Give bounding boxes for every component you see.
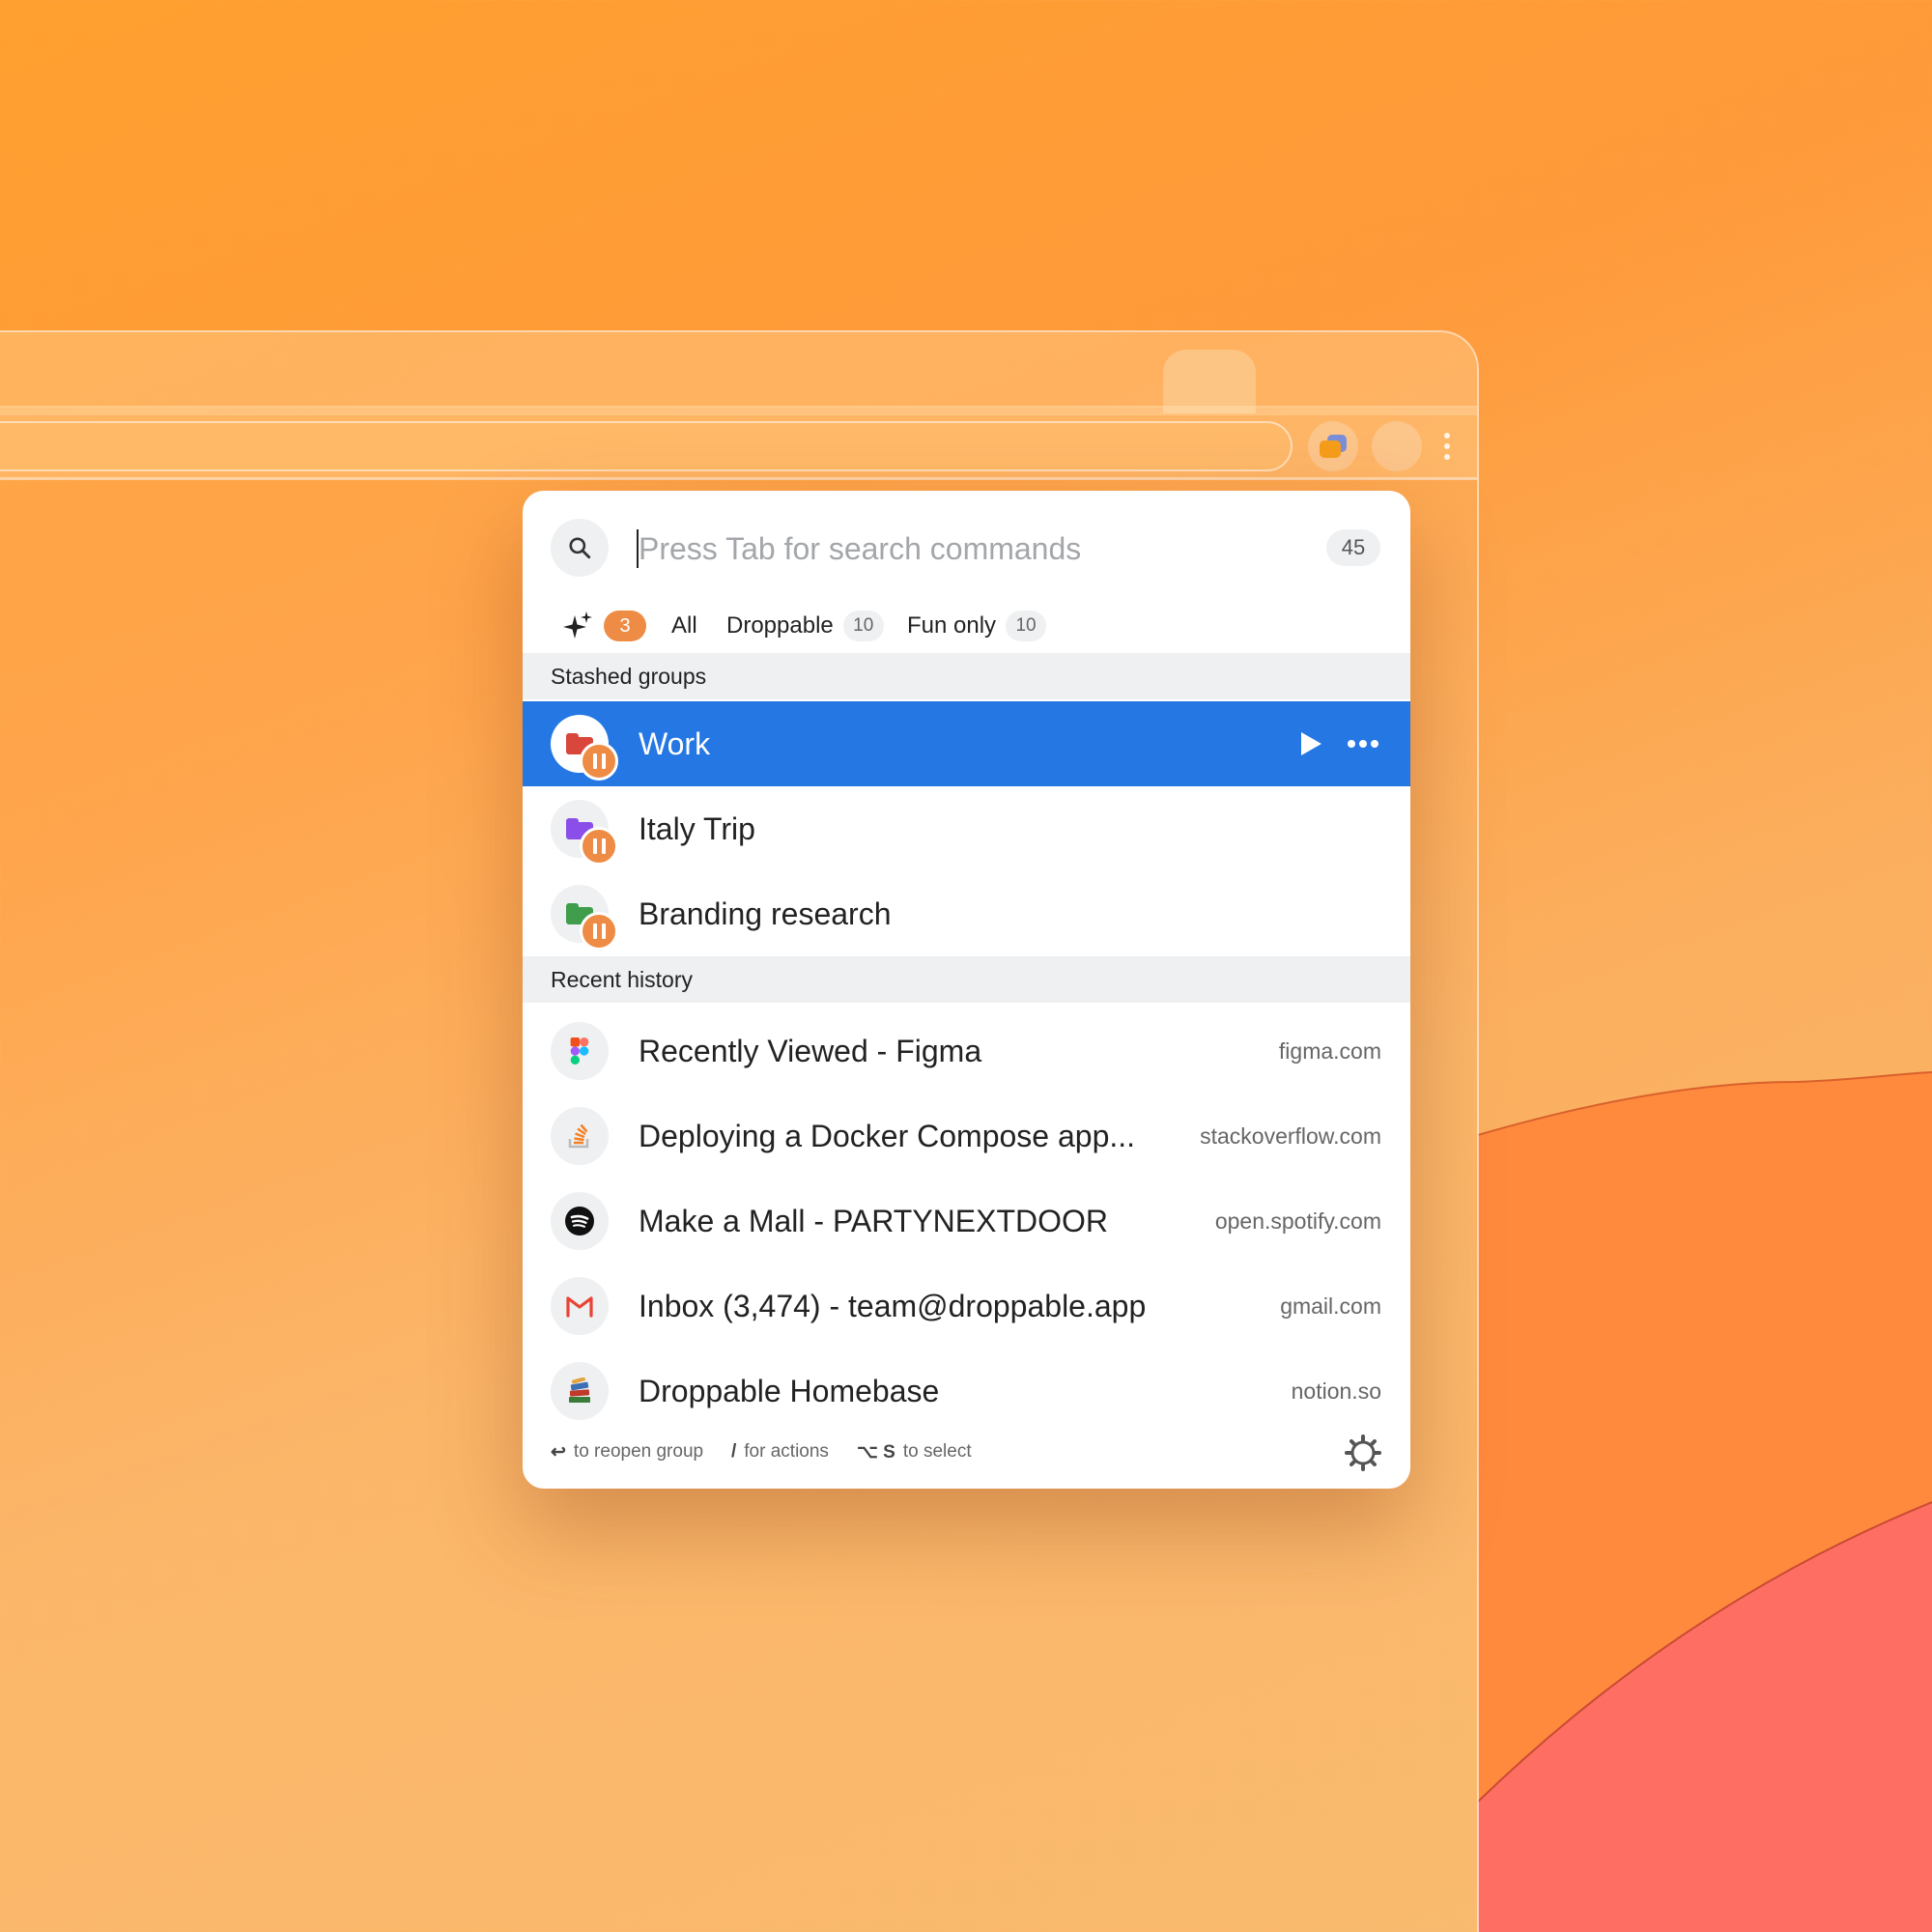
search-icon	[551, 519, 609, 577]
result-count-badge: 45	[1326, 529, 1380, 566]
hint-reopen-text: to reopen group	[573, 1441, 704, 1462]
history-row[interactable]: Droppable Homebase notion.so	[523, 1349, 1410, 1434]
section-recent-history: Recent history	[523, 956, 1410, 1003]
search-input[interactable]	[639, 520, 1295, 578]
hint-actions: / for actions	[731, 1428, 829, 1476]
gmail-icon	[551, 1277, 609, 1335]
tab-all[interactable]: All	[671, 597, 697, 655]
search-row: 45	[523, 491, 1410, 597]
hint-select: ⌥ S to select	[857, 1428, 972, 1476]
tab-fun-only[interactable]: Fun only 10	[907, 597, 1047, 655]
slash-key: /	[731, 1441, 737, 1462]
profile-avatar[interactable]	[1372, 421, 1422, 471]
tab-droppable[interactable]: Droppable 10	[726, 597, 884, 655]
sparkle-icon	[563, 611, 592, 639]
group-title: Work	[639, 725, 711, 761]
history-row[interactable]: Make a Mall - PARTYNEXTDOOR open.spotify…	[523, 1179, 1410, 1264]
history-title: Droppable Homebase	[639, 1373, 940, 1408]
stashed-group-row[interactable]: Branding research	[523, 871, 1410, 956]
paused-icon	[580, 742, 618, 781]
hint-select-text: to select	[902, 1441, 972, 1462]
section-stashed-groups: Stashed groups	[523, 653, 1410, 699]
history-domain: open.spotify.com	[1214, 1208, 1381, 1234]
droppable-extension-icon	[1320, 435, 1347, 458]
history-domain: figma.com	[1278, 1037, 1381, 1064]
browser-menu-icon[interactable]	[1437, 427, 1457, 466]
paused-icon	[580, 912, 618, 951]
tab-fun-only-count: 10	[1006, 611, 1047, 641]
spotify-icon	[551, 1192, 609, 1250]
paused-icon	[580, 827, 618, 866]
stackoverflow-icon	[551, 1107, 609, 1165]
figma-icon	[551, 1022, 609, 1080]
settings-gear-icon[interactable]	[1344, 1434, 1382, 1472]
group-title: Italy Trip	[639, 810, 755, 846]
history-title: Deploying a Docker Compose app...	[639, 1118, 1136, 1153]
option-s-key: ⌥ S	[857, 1441, 895, 1463]
droppable-extension-button[interactable]	[1308, 421, 1358, 471]
hint-reopen: ↩ to reopen group	[551, 1428, 703, 1476]
history-title: Make a Mall - PARTYNEXTDOOR	[639, 1203, 1109, 1238]
stashed-group-row[interactable]: Italy Trip	[523, 786, 1410, 871]
more-options-icon[interactable]	[1344, 726, 1382, 761]
group-title: Branding research	[639, 895, 892, 931]
command-palette-popup: 45 3 All Droppable 10 Fun only 10 Stashe…	[523, 491, 1410, 1489]
enter-key-icon: ↩	[551, 1441, 566, 1463]
tab-suggested[interactable]: 3	[561, 597, 646, 655]
toolbar-divider	[0, 477, 1477, 480]
stashed-group-row[interactable]: Work	[523, 701, 1410, 786]
browser-tab[interactable]	[1163, 350, 1256, 413]
history-domain: notion.so	[1291, 1378, 1381, 1404]
history-title: Inbox (3,474) - team@droppable.app	[639, 1288, 1147, 1323]
history-row[interactable]: Deploying a Docker Compose app... stacko…	[523, 1094, 1410, 1179]
history-row[interactable]: Recently Viewed - Figma figma.com	[523, 1009, 1410, 1094]
address-bar[interactable]	[0, 421, 1293, 471]
history-domain: stackoverflow.com	[1200, 1122, 1381, 1149]
history-row[interactable]: Inbox (3,474) - team@droppable.app gmail…	[523, 1264, 1410, 1349]
tab-all-label: All	[671, 612, 697, 639]
open-group-play-icon[interactable]	[1293, 726, 1328, 761]
suggested-count-badge: 3	[604, 611, 646, 641]
tab-fun-only-label: Fun only	[907, 612, 997, 639]
tab-droppable-count: 10	[842, 611, 884, 641]
books-icon	[551, 1362, 609, 1420]
footer-hints: ↩ to reopen group / for actions ⌥ S to s…	[523, 1428, 1410, 1489]
tab-droppable-label: Droppable	[726, 612, 834, 639]
history-domain: gmail.com	[1280, 1293, 1381, 1319]
history-title: Recently Viewed - Figma	[639, 1033, 982, 1068]
hint-actions-text: for actions	[744, 1441, 829, 1462]
